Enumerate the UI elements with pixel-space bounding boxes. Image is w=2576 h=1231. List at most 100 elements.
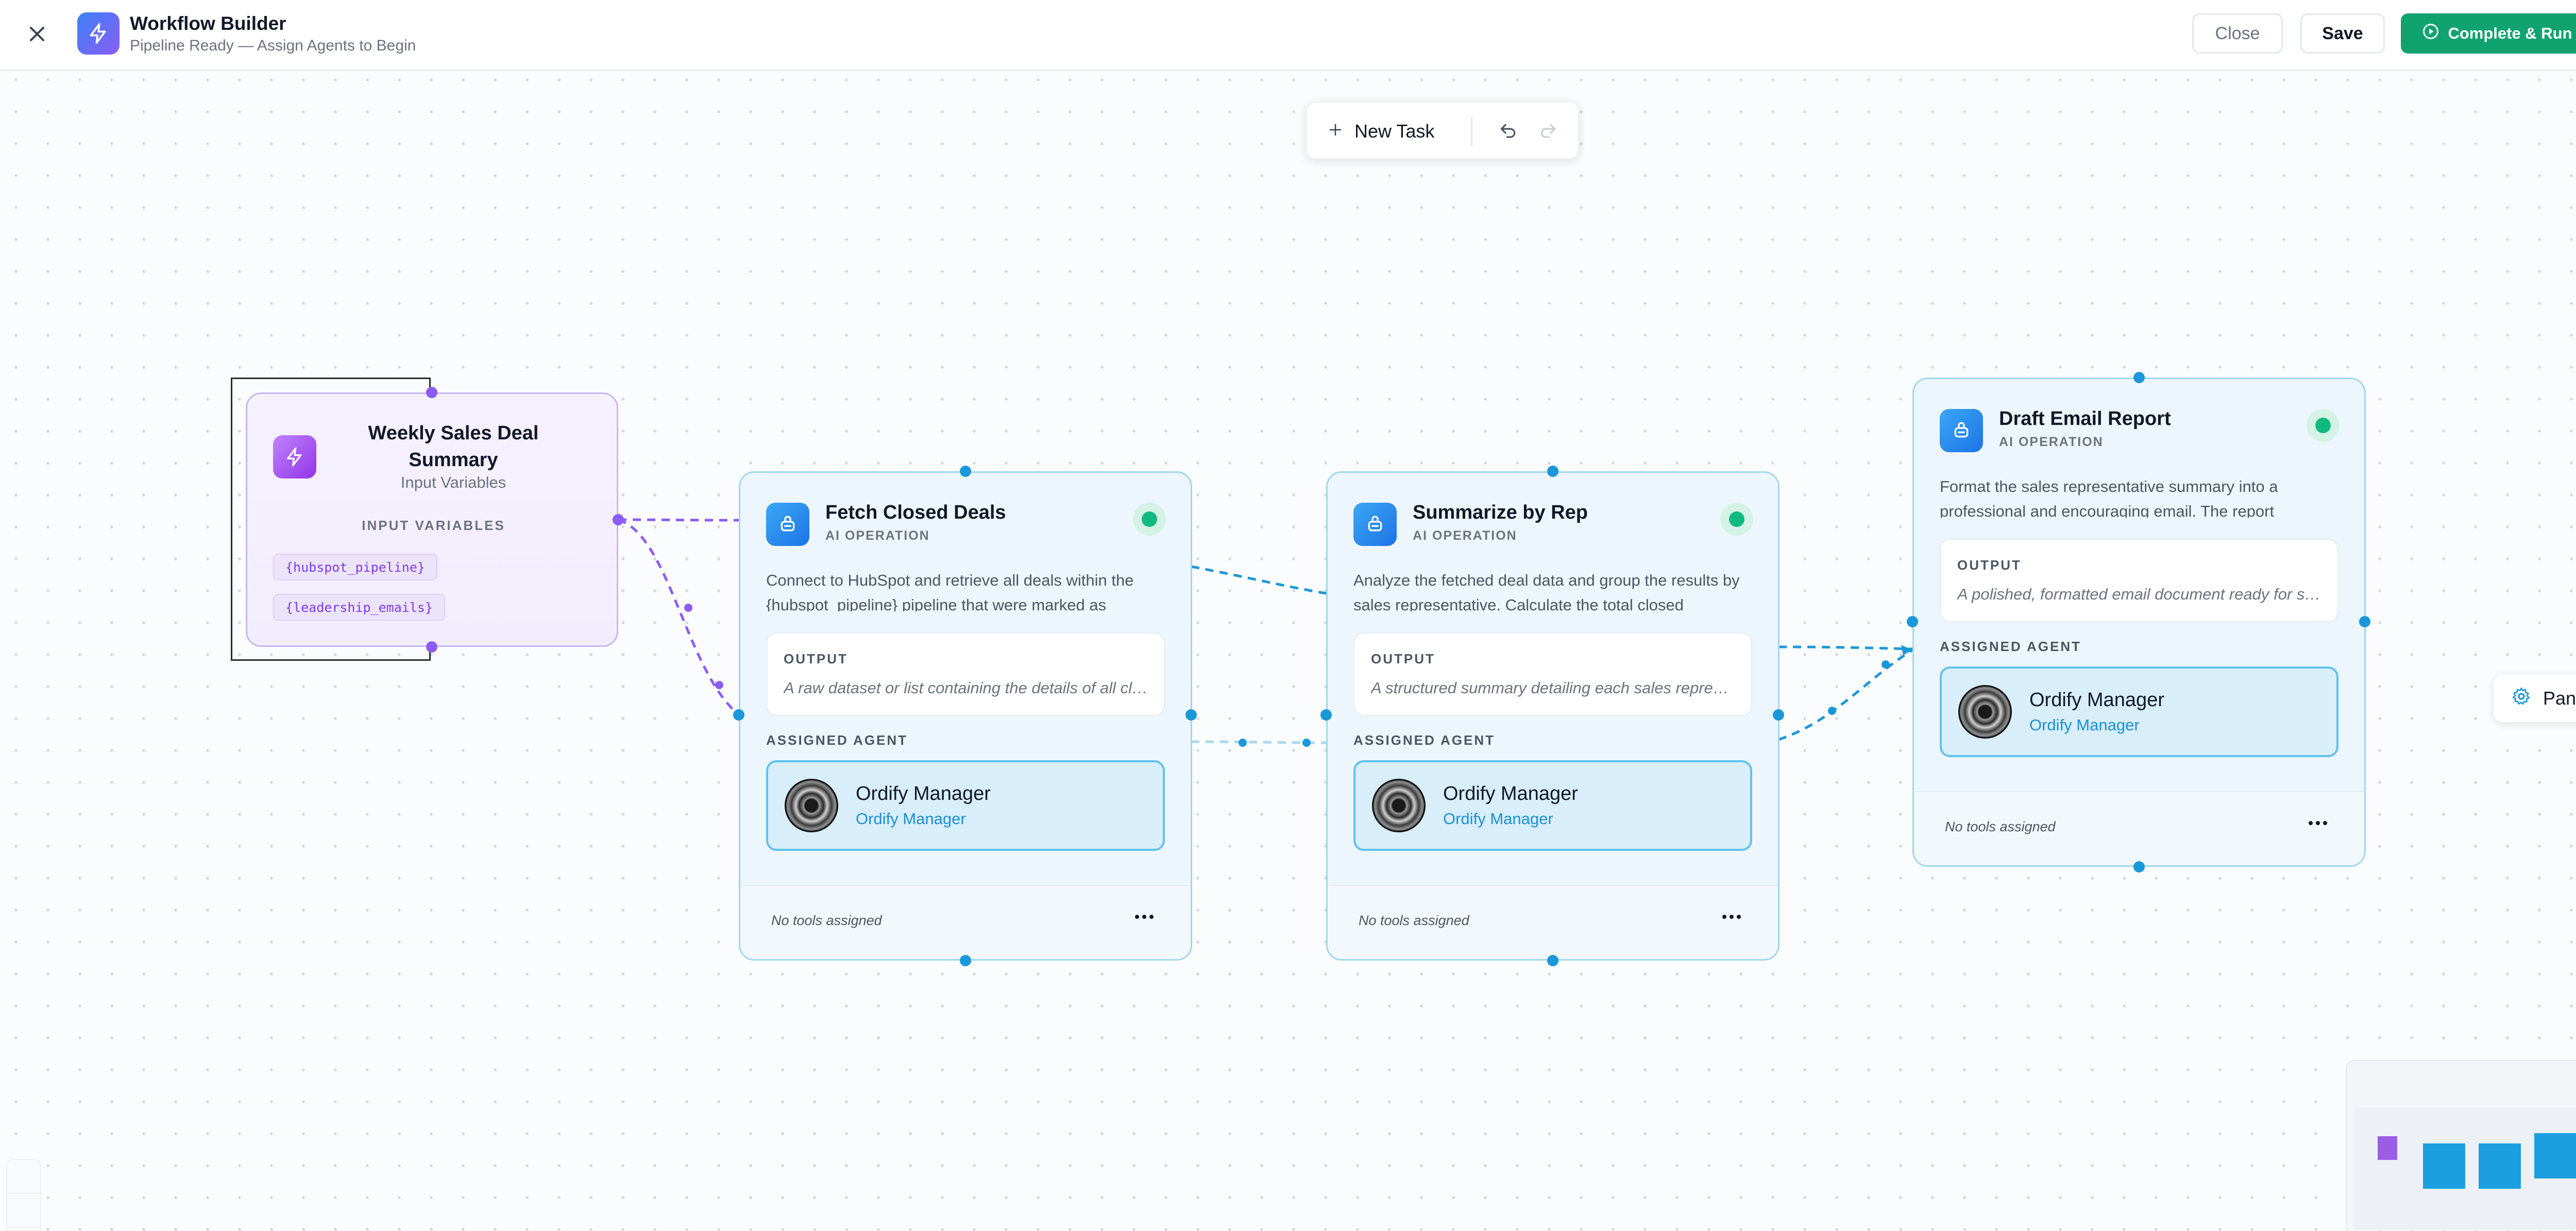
connection-handle[interactable] (2359, 616, 2370, 627)
output-label: OUTPUT (784, 651, 848, 666)
minimap-node-draft (2534, 1133, 2576, 1178)
tools-status: No tools assigned (771, 913, 882, 928)
panel-button[interactable]: Panel (2494, 675, 2576, 722)
edge-fetch-to-summarize-lower (1191, 740, 1327, 744)
agent-card[interactable]: Ordify Manager Ordify Manager (766, 760, 1165, 851)
robot-icon (766, 503, 809, 546)
output-box: OUTPUT A raw dataset or list containing … (766, 632, 1165, 716)
input-variables-label: INPUT VARIABLES (362, 518, 505, 533)
connection-handle[interactable] (1185, 709, 1197, 721)
connection-handle[interactable] (1773, 709, 1784, 721)
agent-role: Ordify Manager (1443, 810, 1553, 828)
more-icon[interactable] (2302, 813, 2333, 833)
task-node-summarize-by-rep[interactable]: Summarize by Rep AI OPERATION Analyze th… (1326, 471, 1780, 961)
robot-icon (1940, 409, 1983, 452)
output-text: A polished, formatted email document rea… (1957, 585, 2323, 603)
connection-handle[interactable] (1907, 616, 1918, 627)
new-task-button[interactable]: New Task (1328, 116, 1434, 147)
connection-handle[interactable] (426, 641, 437, 653)
output-text: A structured summary detailing each sale… (1371, 679, 1737, 697)
robot-icon (1353, 503, 1397, 546)
minimap-node-fetch (2423, 1143, 2465, 1189)
minimap-node-trigger (2378, 1136, 2397, 1160)
task-footer: No tools assigned (740, 885, 1191, 959)
connection-handle[interactable] (2133, 861, 2145, 873)
edge-fetch-to-summarize (1191, 565, 1327, 595)
task-footer: No tools assigned (1914, 791, 2364, 865)
task-description: Format the sales representative summary … (1940, 477, 2278, 518)
edge-summarize-to-draft (1778, 645, 1913, 651)
task-title: Fetch Closed Deals (825, 502, 1006, 523)
status-indicator (1133, 503, 1166, 536)
task-title: Summarize by Rep (1413, 502, 1588, 523)
agent-name: Ordify Manager (2029, 689, 2164, 711)
avatar (1372, 779, 1426, 832)
connection-handle[interactable] (426, 387, 437, 398)
minimap[interactable] (2346, 1060, 2576, 1230)
output-label: OUTPUT (1371, 651, 1435, 666)
page-subtitle: Pipeline Ready — Assign Agents to Begin (130, 37, 416, 54)
tools-status: No tools assigned (1359, 913, 1469, 928)
connection-handle[interactable] (1547, 955, 1558, 966)
agent-name: Ordify Manager (1443, 783, 1578, 805)
trigger-subtitle: Input Variables (400, 473, 506, 491)
connection-handle[interactable] (1320, 709, 1332, 721)
trigger-node[interactable]: Weekly Sales Deal Summary Input Variable… (246, 392, 618, 647)
task-title: Draft Email Report (1999, 408, 2171, 430)
minimap-node-summarize (2479, 1143, 2521, 1189)
save-button[interactable]: Save (2300, 13, 2385, 54)
zoom-out-button[interactable] (7, 1194, 40, 1228)
trigger-title: Weekly Sales Deal Summary (368, 422, 539, 471)
page-title: Workflow Builder (130, 13, 286, 34)
output-box: OUTPUT A polished, formatted email docum… (1940, 539, 2338, 622)
lightning-icon (273, 435, 316, 478)
agent-name: Ordify Manager (856, 783, 991, 805)
task-footer: No tools assigned (1328, 885, 1778, 959)
task-description: Analyze the fetched deal data and group … (1353, 571, 1740, 611)
connection-handle[interactable] (1547, 466, 1558, 477)
connection-handle[interactable] (2133, 372, 2145, 383)
task-node-fetch-closed-deals[interactable]: Fetch Closed Deals AI OPERATION Connect … (739, 471, 1192, 961)
undo-icon[interactable] (1494, 117, 1522, 146)
agent-role: Ordify Manager (2029, 716, 2140, 734)
assigned-agent-label: ASSIGNED AGENT (1353, 732, 1496, 748)
edge-summarize-to-draft-lower (1778, 648, 1913, 741)
task-kind: AI OPERATION (1413, 528, 1517, 543)
connection-handle[interactable] (960, 955, 971, 966)
toolbar-divider (1471, 117, 1472, 146)
agent-card[interactable]: Ordify Manager Ordify Manager (1353, 760, 1752, 851)
output-box: OUTPUT A structured summary detailing ea… (1353, 632, 1752, 716)
more-icon[interactable] (1716, 907, 1747, 927)
plus-icon (1328, 121, 1343, 142)
assigned-agent-label: ASSIGNED AGENT (1940, 639, 2082, 654)
connection-handle[interactable] (613, 514, 624, 525)
canvas-toolbar: New Task (1306, 101, 1579, 159)
connection-handle[interactable] (733, 709, 744, 721)
zoom-controls (6, 1159, 41, 1231)
assigned-agent-label: ASSIGNED AGENT (766, 732, 908, 748)
more-icon[interactable] (1129, 907, 1160, 927)
complete-and-run-label: Complete & Run (2448, 24, 2572, 42)
output-label: OUTPUT (1957, 557, 2022, 573)
close-button[interactable]: Close (2192, 13, 2283, 54)
status-indicator (1720, 503, 1753, 536)
variable-chip[interactable]: {leadership_emails} (273, 594, 445, 621)
close-icon[interactable] (22, 19, 53, 49)
status-indicator (2307, 409, 2340, 442)
task-node-draft-email-report[interactable]: Draft Email Report AI OPERATION Format t… (1912, 378, 2366, 867)
avatar (785, 779, 838, 832)
task-kind: AI OPERATION (1999, 435, 2104, 449)
edge-trigger-to-fetch-lower (618, 518, 740, 716)
agent-role: Ordify Manager (856, 810, 966, 828)
panel-label: Panel (2543, 688, 2576, 709)
variable-chip[interactable]: {hubspot_pipeline} (273, 554, 437, 580)
top-bar: Workflow Builder Pipeline Ready — Assign… (0, 0, 2576, 71)
tools-status: No tools assigned (1945, 819, 2056, 834)
agent-card[interactable]: Ordify Manager Ordify Manager (1940, 666, 2338, 757)
output-text: A raw dataset or list containing the det… (784, 679, 1149, 697)
complete-and-run-button[interactable]: Complete & Run (2401, 13, 2576, 54)
lightning-icon (77, 12, 120, 55)
redo-icon[interactable] (1534, 117, 1563, 146)
zoom-in-button[interactable] (7, 1160, 40, 1194)
connection-handle[interactable] (960, 466, 971, 477)
